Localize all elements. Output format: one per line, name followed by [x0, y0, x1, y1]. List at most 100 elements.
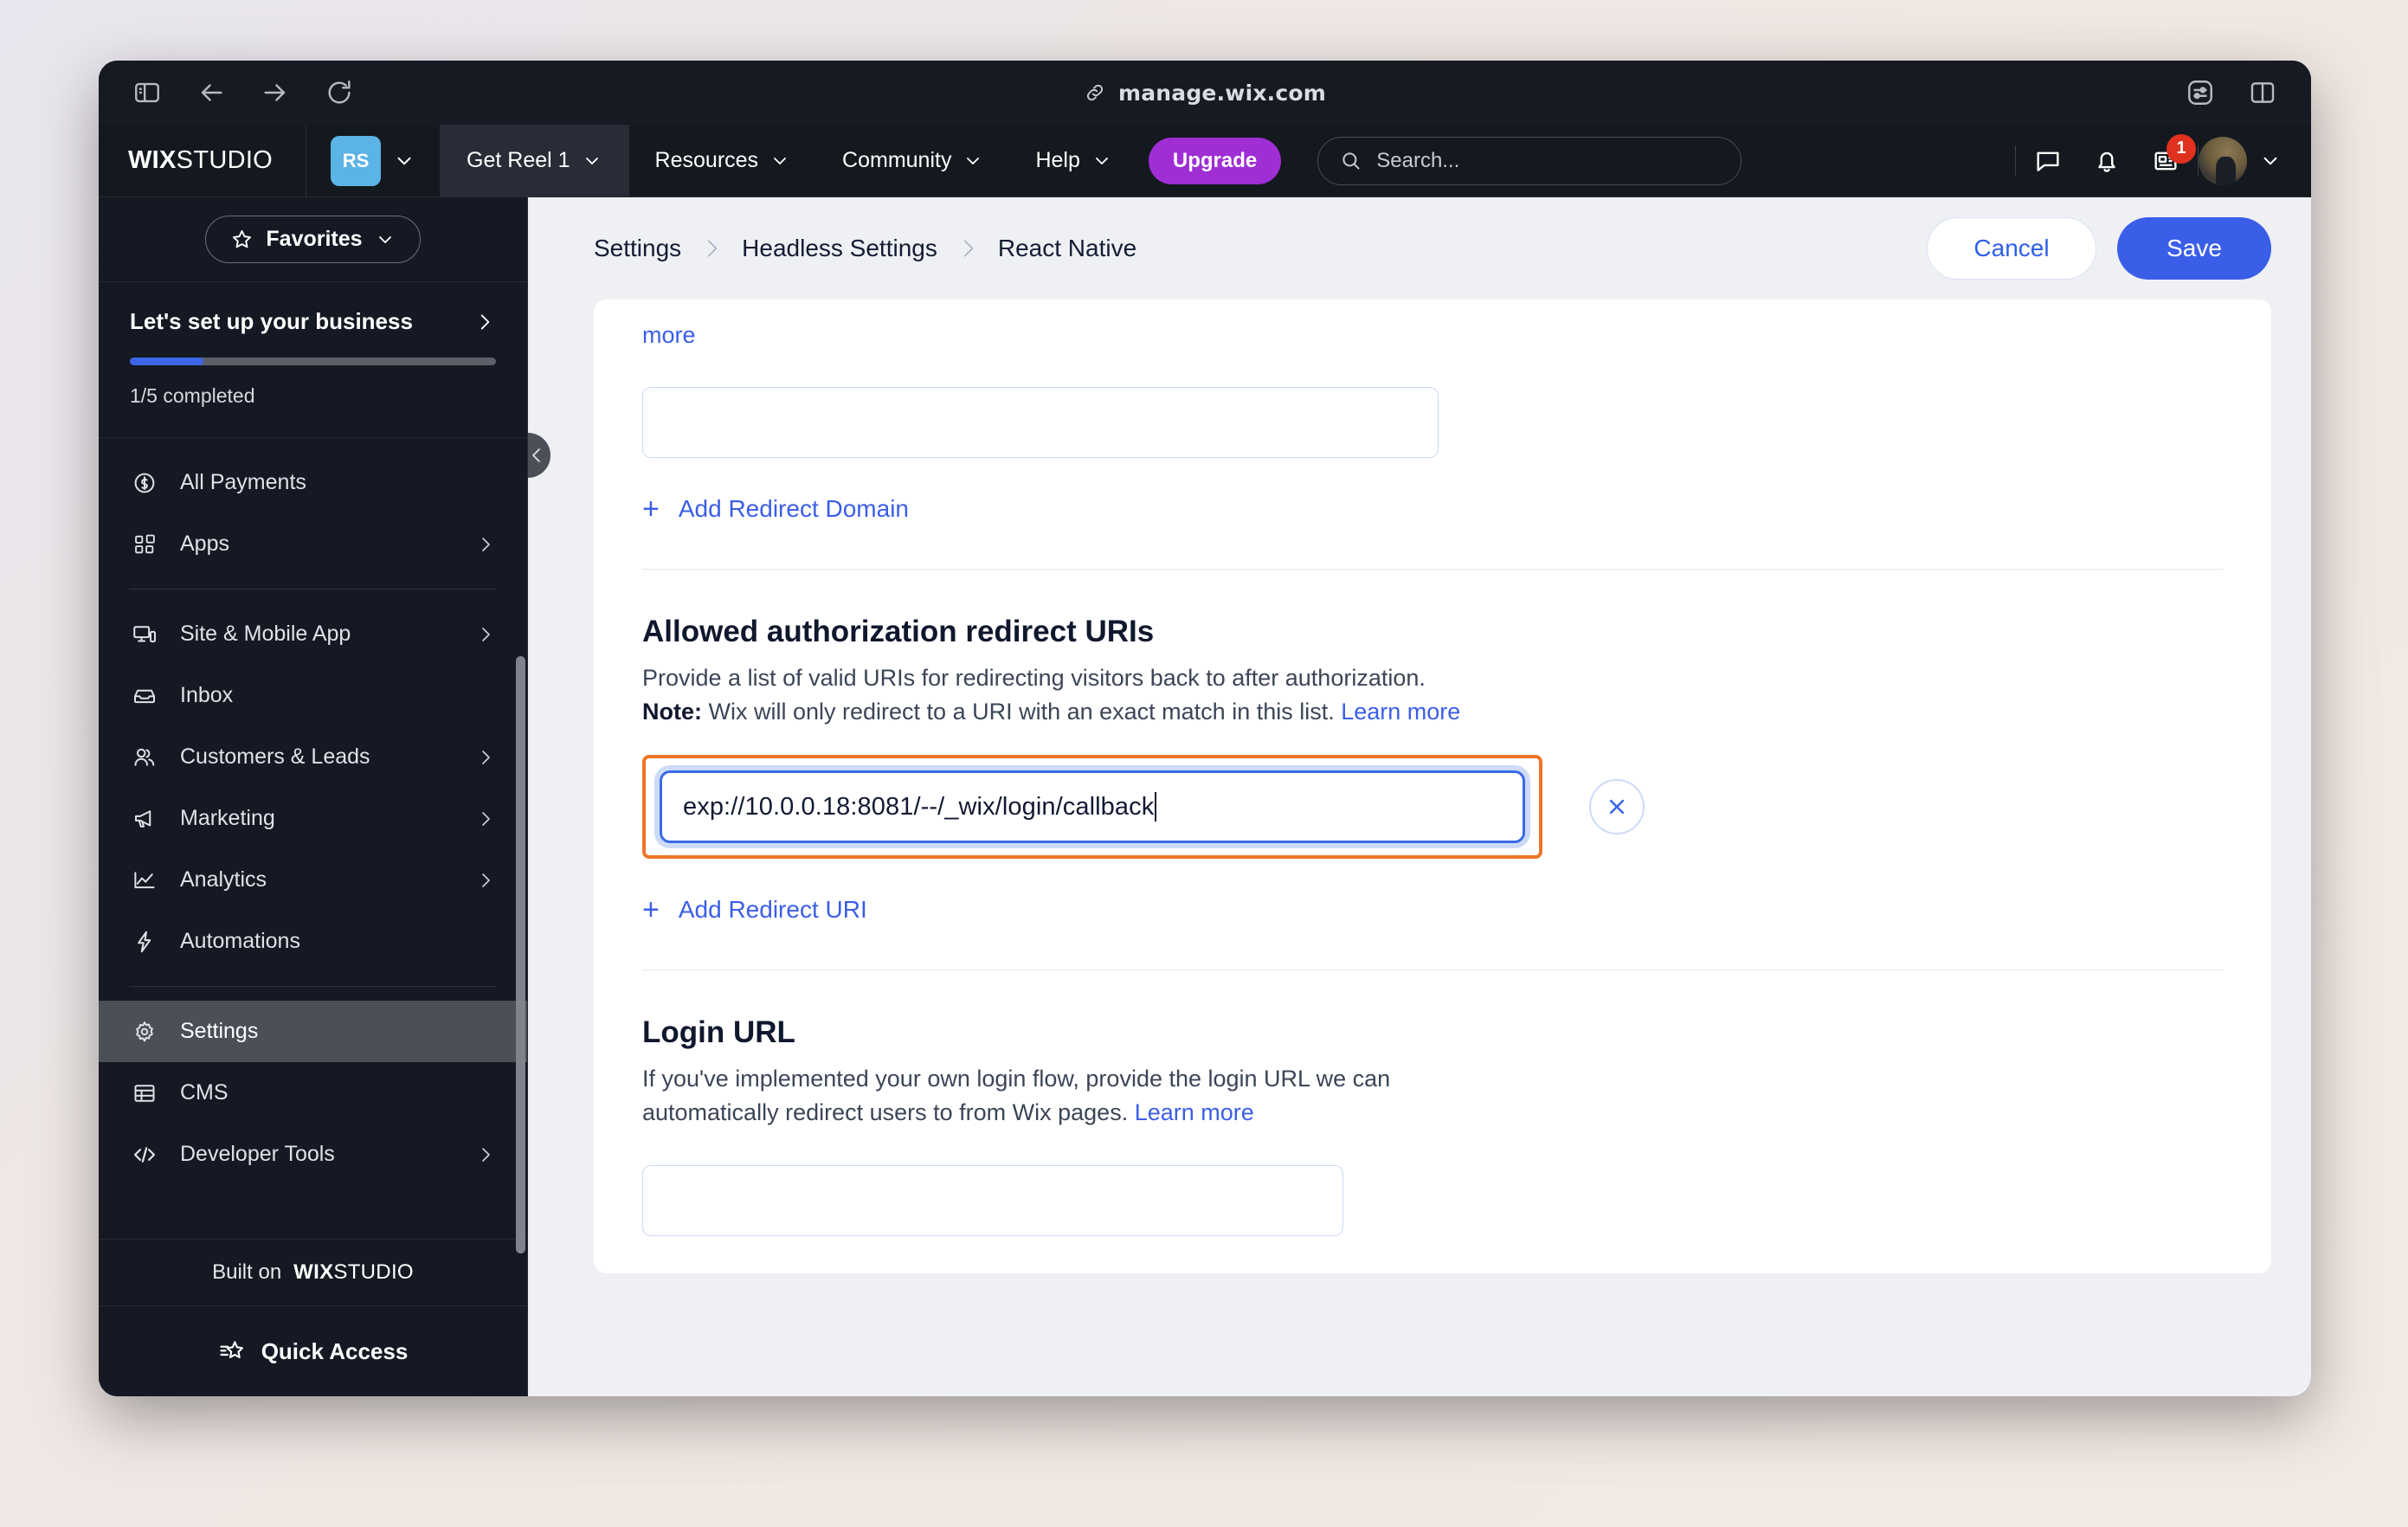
quick-access-icon	[218, 1337, 246, 1365]
nav-item-label: Community	[842, 148, 952, 172]
setup-progress-fill	[130, 358, 203, 365]
chevron-down-icon	[582, 151, 602, 171]
redirect-uri-row: exp://10.0.0.18:8081/--/_wix/login/callb…	[642, 755, 2223, 860]
nav-item-get-reel-1[interactable]: Get Reel 1	[441, 125, 629, 197]
dollar-circle-icon	[130, 470, 159, 496]
nav-item-resources[interactable]: Resources	[629, 125, 817, 197]
chevron-right-icon	[475, 1144, 496, 1165]
breadcrumb-headless-settings[interactable]: Headless Settings	[742, 235, 937, 262]
sidebar-item-label: Settings	[180, 1019, 259, 1043]
redirect-uri-input[interactable]: exp://10.0.0.18:8081/--/_wix/login/callb…	[660, 770, 1525, 844]
redirect-uris-desc-line2: Wix will only redirect to a URI with an …	[702, 699, 1342, 725]
avatar	[2199, 136, 2247, 185]
redirect-domain-learn-more-link[interactable]: more	[642, 322, 2223, 349]
wix-studio-logo[interactable]: WIXSTUDIO	[99, 125, 307, 197]
cancel-button[interactable]: Cancel	[1927, 217, 2096, 280]
save-button[interactable]: Save	[2117, 217, 2271, 280]
nav-item-help[interactable]: Help	[1009, 125, 1137, 197]
redirect-uris-desc-line1: Provide a list of valid URIs for redirec…	[642, 665, 1426, 691]
chevron-down-icon	[769, 151, 790, 171]
redirect-uris-note-label: Note:	[642, 699, 702, 725]
text-cursor	[1155, 792, 1157, 822]
sidebar-item-label: Marketing	[180, 806, 275, 830]
built-on-prefix: Built on	[212, 1260, 282, 1284]
forward-icon[interactable]	[256, 74, 294, 112]
chart-line-icon	[130, 867, 159, 893]
built-on-wix-studio: Built on WIXSTUDIO	[99, 1239, 527, 1306]
add-redirect-uri-button[interactable]: + Add Redirect URI	[642, 895, 2223, 925]
sidebar-item-automations[interactable]: Automations	[99, 911, 527, 972]
sidebar-item-all-payments[interactable]: All Payments	[99, 452, 527, 513]
site-selector[interactable]: RS	[306, 125, 441, 197]
login-url-input[interactable]	[642, 1164, 1343, 1236]
address-bar[interactable]: manage.wix.com	[99, 81, 2311, 106]
browser-toolbar: manage.wix.com	[99, 61, 2311, 125]
account-menu[interactable]	[2199, 125, 2311, 197]
upgrade-button[interactable]: Upgrade	[1148, 137, 1282, 184]
redirect-uris-description: Provide a list of valid URIs for redirec…	[642, 661, 1508, 729]
sidebar-item-inbox[interactable]: Inbox	[99, 665, 527, 726]
gear-icon	[130, 1019, 159, 1045]
login-url-title: Login URL	[642, 1015, 795, 1050]
setup-progress-bar	[130, 358, 496, 365]
setup-progress-text: 1/5 completed	[130, 384, 255, 407]
sidebar-item-label: Customers & Leads	[180, 744, 370, 769]
quick-access-label: Quick Access	[261, 1337, 409, 1364]
devices-icon	[130, 622, 159, 648]
built-on-studio-text: STUDIO	[333, 1260, 414, 1284]
sidebar-item-developer-tools[interactable]: Developer Tools	[99, 1124, 527, 1185]
main-content: Settings Headless Settings React Native …	[528, 197, 2311, 1396]
people-icon	[130, 744, 159, 770]
breadcrumb-settings[interactable]: Settings	[594, 235, 681, 262]
favorites-label: Favorites	[266, 227, 363, 251]
breadcrumb-separator-icon	[956, 237, 979, 260]
sidebar-item-customers-leads[interactable]: Customers & Leads	[99, 726, 527, 788]
section-divider	[642, 569, 2223, 570]
news-icon[interactable]: 1	[2151, 133, 2196, 176]
sidebar-menu: All Payments Apps Site & Mobile App Inbo…	[99, 438, 527, 1253]
chevron-down-icon	[393, 150, 415, 172]
bell-icon[interactable]	[2092, 146, 2121, 176]
sidebar-item-settings[interactable]: Settings	[99, 1001, 527, 1062]
search-input[interactable]: Search...	[1317, 136, 1742, 185]
star-icon	[230, 228, 254, 251]
quick-access-button[interactable]: Quick Access	[99, 1306, 527, 1396]
site-initials-avatar: RS	[331, 135, 382, 186]
sidebar-divider	[130, 589, 496, 590]
remove-redirect-uri-button[interactable]	[1589, 779, 1645, 835]
sidebar-item-apps[interactable]: Apps	[99, 513, 527, 575]
reload-icon[interactable]	[320, 74, 358, 112]
chevron-down-icon	[375, 229, 396, 250]
back-icon[interactable]	[192, 74, 230, 112]
link-icon	[1084, 81, 1106, 104]
sidebar-item-analytics[interactable]: Analytics	[99, 849, 527, 911]
reader-settings-icon[interactable]	[2181, 74, 2219, 112]
sidebar-toggle-icon[interactable]	[128, 74, 166, 112]
sidebar-scrollbar[interactable]	[516, 656, 525, 1253]
collapse-sidebar-button[interactable]	[528, 433, 550, 478]
chat-icon[interactable]	[2033, 146, 2063, 176]
favorites-row: Favorites	[99, 197, 527, 282]
chevron-right-icon	[475, 534, 496, 555]
plus-icon: +	[642, 493, 660, 525]
redirect-uris-learn-more-link[interactable]: Learn more	[1341, 699, 1460, 725]
split-view-icon[interactable]	[2244, 74, 2282, 112]
chevron-down-icon	[963, 151, 983, 171]
add-redirect-domain-button[interactable]: + Add Redirect Domain	[642, 494, 2223, 524]
redirect-domain-input[interactable]	[642, 387, 1439, 458]
sidebar-item-cms[interactable]: CMS	[99, 1062, 527, 1124]
sidebar-item-marketing[interactable]: Marketing	[99, 788, 527, 849]
redirect-uri-value: exp://10.0.0.18:8081/--/_wix/login/callb…	[683, 792, 1155, 821]
sidebar-item-label: Inbox	[180, 683, 234, 707]
browser-window: manage.wix.com WIXSTUDIO RS Get Reel 1 R…	[99, 61, 2311, 1396]
add-redirect-uri-label: Add Redirect URI	[678, 896, 867, 924]
nav-item-community[interactable]: Community	[816, 125, 1009, 197]
favorites-button[interactable]: Favorites	[205, 216, 421, 263]
sidebar-item-label: Developer Tools	[180, 1142, 335, 1166]
apps-grid-icon	[130, 532, 159, 557]
sidebar-item-site-mobile-app[interactable]: Site & Mobile App	[99, 603, 527, 665]
setup-business-card[interactable]: Let's set up your business 1/5 completed	[99, 282, 527, 438]
login-url-learn-more-link[interactable]: Learn more	[1135, 1099, 1254, 1125]
breadcrumb: Settings Headless Settings React Native	[594, 235, 1136, 262]
sidebar-item-label: All Payments	[180, 470, 306, 494]
